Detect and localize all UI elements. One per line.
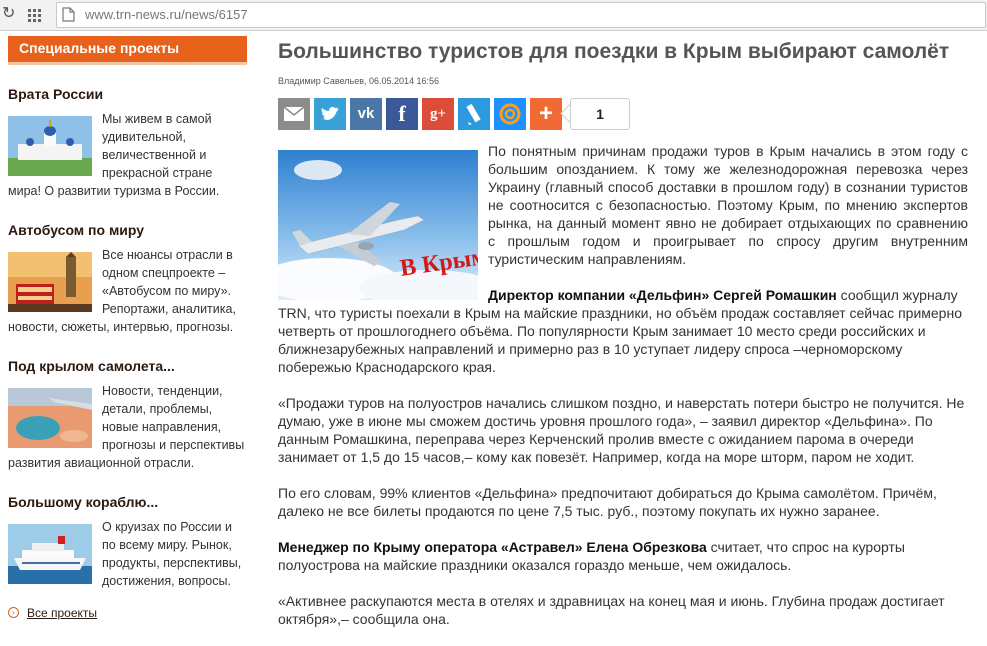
livejournal-share-icon[interactable] (458, 98, 490, 130)
special-projects-header: Специальные проекты (8, 36, 247, 65)
project-title[interactable]: Большому кораблю... (8, 494, 158, 510)
sidebar: Специальные проекты Врата России Мы живе… (0, 30, 250, 632)
all-projects-link[interactable]: › Все проекты (8, 605, 97, 620)
project-avtobusom[interactable]: Автобусом по миру Все нюансы отрасли в о… (8, 222, 248, 346)
url-text: www.trn-news.ru/news/6157 (85, 7, 248, 22)
share-counter: 1 (570, 98, 630, 130)
vk-share-icon[interactable]: vk (350, 98, 382, 130)
article-paragraph: Менеджер по Крыму оператора «Астравел» Е… (278, 539, 905, 573)
article-paragraph: Директор компании «Дельфин» Сергей Ромаш… (278, 287, 962, 375)
article-byline: Владимир Савельев, 06.05.2014 16:56 (278, 76, 440, 86)
article: Большинство туристов для поездки в Крым … (278, 30, 968, 632)
special-projects-title: Специальные проекты (19, 40, 180, 56)
facebook-share-icon[interactable]: f (386, 98, 418, 130)
apps-icon[interactable] (28, 9, 42, 22)
project-title[interactable]: Под крылом самолета... (8, 358, 175, 374)
article-title: Большинство туристов для поездки в Крым … (278, 40, 950, 63)
project-description: О круизах по России и по всему миру. Рын… (102, 520, 242, 588)
address-bar[interactable]: www.trn-news.ru/news/6157 (56, 2, 986, 28)
arrow-circle-icon: › (8, 607, 19, 619)
paragraph-bold: Директор компании «Дельфин» Сергей Ромаш… (488, 287, 837, 303)
twitter-share-icon[interactable] (314, 98, 346, 130)
article-paragraph: «Активнее раскупаются места в отелях и з… (278, 593, 945, 627)
project-description: Новости, тенденции, детали, проблемы, но… (8, 384, 245, 470)
article-paragraph: По его словам, 99% клиентов «Дельфина» п… (278, 485, 937, 519)
project-description: Все нюансы отрасли в одном спецпроекте –… (8, 248, 236, 334)
browser-toolbar: ↻ www.trn-news.ru/news/6157 (0, 0, 987, 31)
article-paragraph: «Продажи туров на полуостров начались сл… (278, 395, 965, 465)
project-pod-krylom[interactable]: Под крылом самолета... Новости, тенденци… (8, 358, 248, 482)
reload-icon[interactable]: ↻ (2, 6, 15, 22)
page-icon (62, 7, 75, 22)
project-vrata-rossii[interactable]: Врата России Мы живем в самой удивительн… (8, 86, 248, 210)
google-plus-share-icon[interactable]: g+ (422, 98, 454, 130)
email-share-icon[interactable] (278, 98, 310, 130)
project-description: Мы живем в самой удивительной, величеств… (8, 112, 220, 198)
project-bolshomu-korablyu[interactable]: Большому кораблю... О круизах по России … (8, 494, 248, 604)
more-share-icon[interactable]: + (530, 98, 562, 130)
project-title[interactable]: Автобусом по миру (8, 222, 144, 238)
paragraph-bold: Менеджер по Крыму оператора «Астравел» Е… (278, 539, 707, 555)
article-lead: По понятным причинам продажи туров в Кры… (488, 143, 968, 267)
project-title[interactable]: Врата России (8, 86, 103, 102)
mail-ru-share-icon[interactable] (494, 98, 526, 130)
article-body: По понятным причинам продажи туров в Кры… (278, 142, 968, 646)
